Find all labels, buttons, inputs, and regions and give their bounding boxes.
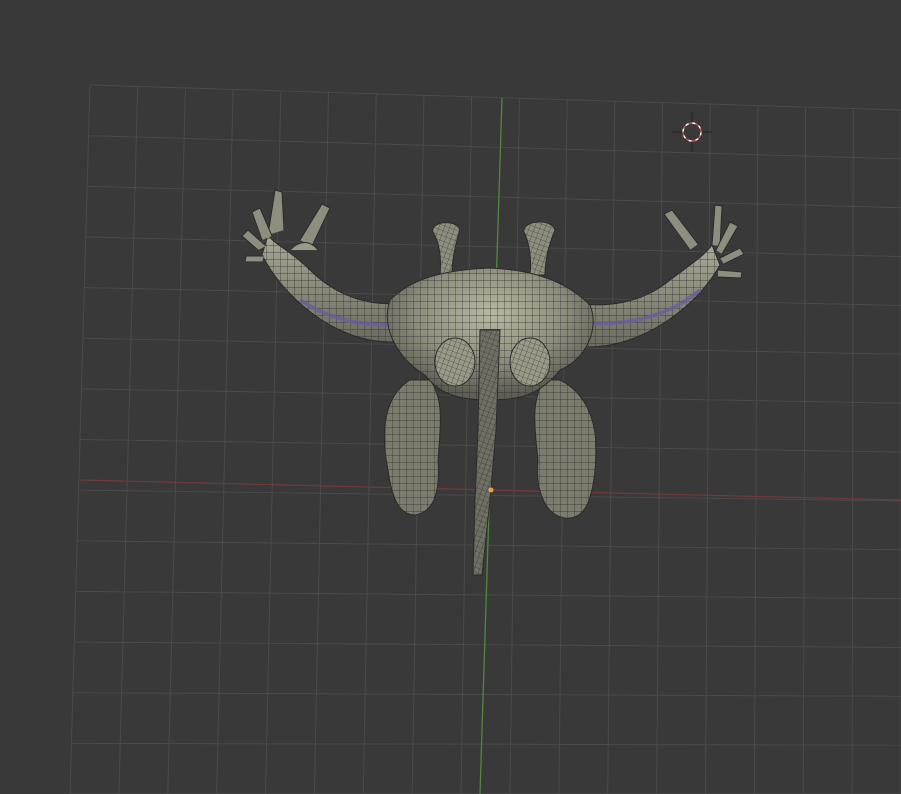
right-leg[interactable] <box>534 379 597 519</box>
3d-cursor-icon[interactable] <box>672 112 712 152</box>
creature-mesh[interactable] <box>241 189 745 576</box>
grid-line <box>74 641 901 648</box>
grid-line <box>72 692 901 697</box>
grid-line <box>88 135 901 160</box>
grid-line <box>89 84 901 111</box>
grid-line <box>71 742 901 746</box>
object-origin-icon[interactable] <box>488 487 494 493</box>
grid-line <box>75 590 901 600</box>
grid-line <box>87 185 901 209</box>
grid-line <box>77 540 901 551</box>
grid-line <box>85 236 901 258</box>
head-stalk-left[interactable] <box>432 222 461 276</box>
3d-viewport[interactable] <box>0 0 901 794</box>
left-leg[interactable] <box>383 379 441 516</box>
viewport-canvas[interactable] <box>0 0 901 794</box>
